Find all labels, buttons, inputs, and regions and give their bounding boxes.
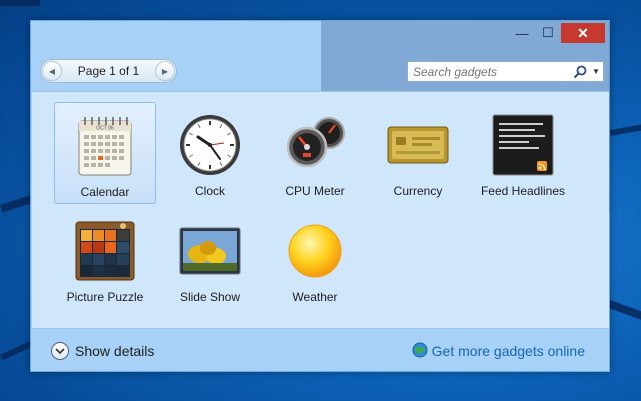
gadget-label: Weather <box>292 290 338 304</box>
search-input[interactable] <box>408 64 571 79</box>
gadget-weather[interactable]: Weather <box>264 208 366 310</box>
calendar-month-text: OCT 06 <box>96 126 114 132</box>
wallpaper-ray <box>0 0 40 6</box>
window-footer: Show details Get more gadgets online <box>31 331 609 371</box>
get-more-gadgets-link[interactable]: Get more gadgets online <box>412 342 585 361</box>
clock-icon <box>177 112 243 178</box>
gadget-label: Picture Puzzle <box>66 290 144 304</box>
maximize-button[interactable]: ☐ <box>535 23 561 43</box>
gadget-currency[interactable]: Currency <box>367 102 469 204</box>
gadget-label: Currency <box>393 184 443 198</box>
gadget-cpu-meter[interactable]: CPU Meter <box>264 102 366 204</box>
wallpaper-ray <box>607 300 641 322</box>
gadget-calendar[interactable]: OCT 06 Calendar <box>54 102 156 204</box>
page-navigator: ◀ Page 1 of 1 ▶ <box>40 59 177 83</box>
gadget-label: Calendar <box>80 185 130 199</box>
feed-headlines-icon <box>490 112 556 178</box>
weather-icon <box>282 218 348 284</box>
next-page-button[interactable]: ▶ <box>154 61 175 81</box>
show-details-button[interactable]: Show details <box>51 342 154 360</box>
gadget-clock[interactable]: Clock <box>159 102 261 204</box>
gadget-gallery: OCT 06 Calendar Clock CPU Meter Currency… <box>32 91 609 329</box>
slide-show-icon <box>177 218 243 284</box>
gadgets-window: — ☐ ✕ ◀ Page 1 of 1 ▶ ▼ <box>30 20 610 372</box>
cpu-meter-icon <box>282 112 348 178</box>
search-dropdown-icon[interactable]: ▼ <box>589 67 603 76</box>
gadget-label: CPU Meter <box>285 184 345 198</box>
wallpaper-ray <box>610 123 641 136</box>
show-details-label: Show details <box>75 343 155 359</box>
picture-puzzle-icon <box>72 218 138 284</box>
page-label: Page 1 of 1 <box>77 64 140 78</box>
gadget-feed-headlines[interactable]: Feed Headlines <box>472 102 574 204</box>
currency-icon <box>385 112 451 178</box>
search-icon[interactable] <box>571 65 589 79</box>
gadget-slide-show[interactable]: Slide Show <box>159 208 261 310</box>
get-more-gadgets-label: Get more gadgets online <box>431 343 585 359</box>
calendar-icon: OCT 06 <box>72 113 138 179</box>
prev-page-button[interactable]: ◀ <box>42 61 62 81</box>
close-button[interactable]: ✕ <box>561 23 605 43</box>
gadget-picture-puzzle[interactable]: Picture Puzzle <box>54 208 156 310</box>
gadget-label: Feed Headlines <box>480 184 566 198</box>
gadget-label: Clock <box>194 184 225 198</box>
search-box: ▼ <box>407 61 604 82</box>
chevron-down-icon <box>51 342 69 360</box>
globe-icon <box>412 342 428 361</box>
minimize-button[interactable]: — <box>509 23 535 43</box>
gadget-label: Slide Show <box>179 290 241 304</box>
titlebar-controls: — ☐ ✕ <box>509 23 605 43</box>
